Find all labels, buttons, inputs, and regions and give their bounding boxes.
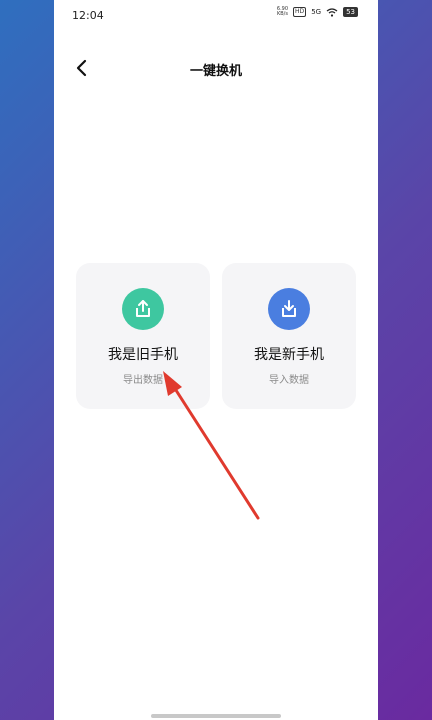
download-icon <box>268 288 310 330</box>
old-phone-subtitle: 导出数据 <box>123 375 163 386</box>
status-indicators: 6.90 KB/s HD 5G 53 <box>277 7 358 17</box>
old-phone-title: 我是旧手机 <box>108 347 178 363</box>
network-speed-unit: KB/s <box>276 11 288 17</box>
signal-5g-icon: 5G <box>311 8 322 16</box>
network-speed: 6.90 KB/s <box>277 7 288 17</box>
old-phone-card[interactable]: 我是旧手机 导出数据 <box>76 263 210 409</box>
battery-icon: 53 <box>343 7 358 17</box>
new-phone-title: 我是新手机 <box>254 347 324 363</box>
new-phone-card[interactable]: 我是新手机 导入数据 <box>222 263 356 409</box>
home-indicator <box>151 714 281 718</box>
new-phone-subtitle: 导入数据 <box>269 375 309 386</box>
upload-icon <box>122 288 164 330</box>
phone-screen: 12:04 6.90 KB/s HD 5G 53 一键换机 我是旧手机 导出数据… <box>54 0 378 720</box>
wifi-icon <box>326 7 338 17</box>
hd-badge: HD <box>293 7 307 17</box>
page-title: 一键换机 <box>189 64 242 79</box>
status-bar: 12:04 6.90 KB/s HD 5G 53 <box>54 0 378 28</box>
title-bar: 一键换机 <box>54 50 378 86</box>
status-time: 12:04 <box>72 9 104 22</box>
